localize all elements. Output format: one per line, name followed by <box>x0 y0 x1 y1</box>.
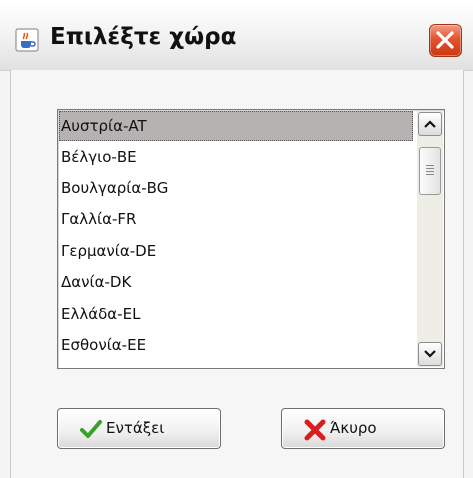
ok-button[interactable]: Εντάξει <box>57 408 221 449</box>
scroll-thumb[interactable] <box>419 147 441 195</box>
list-item[interactable]: Εσθονία-EE <box>59 330 413 360</box>
grip-lines-icon <box>426 165 434 175</box>
close-button[interactable] <box>429 24 462 57</box>
dialog-window: Επιλέξτε χώρα Αυστρία-AT Βέλγιο-BE Βουλγ… <box>0 0 473 478</box>
title-bar[interactable]: Επιλέξτε χώρα <box>0 0 473 71</box>
list-item[interactable]: Βουλγαρία-BG <box>59 173 413 203</box>
cancel-button[interactable]: Άκυρο <box>281 408 445 449</box>
country-list: Αυστρία-AT Βέλγιο-BE Βουλγαρία-BG Γαλλία… <box>59 111 417 367</box>
vertical-scrollbar[interactable] <box>417 111 443 367</box>
red-x-icon <box>304 419 326 441</box>
ok-button-label: Εντάξει <box>106 419 165 437</box>
scroll-up-button[interactable] <box>418 112 442 136</box>
country-listbox[interactable]: Αυστρία-AT Βέλγιο-BE Βουλγαρία-BG Γαλλία… <box>57 109 445 369</box>
list-item[interactable]: Ελλάδα-EL <box>59 299 413 329</box>
chevron-down-icon <box>424 350 436 358</box>
list-item[interactable]: Γαλλία-FR <box>59 204 413 234</box>
checkmark-icon <box>80 419 102 439</box>
chevron-up-icon <box>424 120 436 128</box>
list-item[interactable]: Δανία-DK <box>59 267 413 297</box>
close-icon <box>436 31 454 49</box>
list-item[interactable]: Γερμανία-DE <box>59 236 413 266</box>
scroll-down-button[interactable] <box>418 342 442 366</box>
java-cup-icon <box>15 28 39 52</box>
list-item-selected[interactable]: Αυστρία-AT <box>59 111 413 141</box>
list-item[interactable]: Βέλγιο-BE <box>59 142 413 172</box>
cancel-button-label: Άκυρο <box>330 419 377 437</box>
window-title: Επιλέξτε χώρα <box>50 24 237 50</box>
